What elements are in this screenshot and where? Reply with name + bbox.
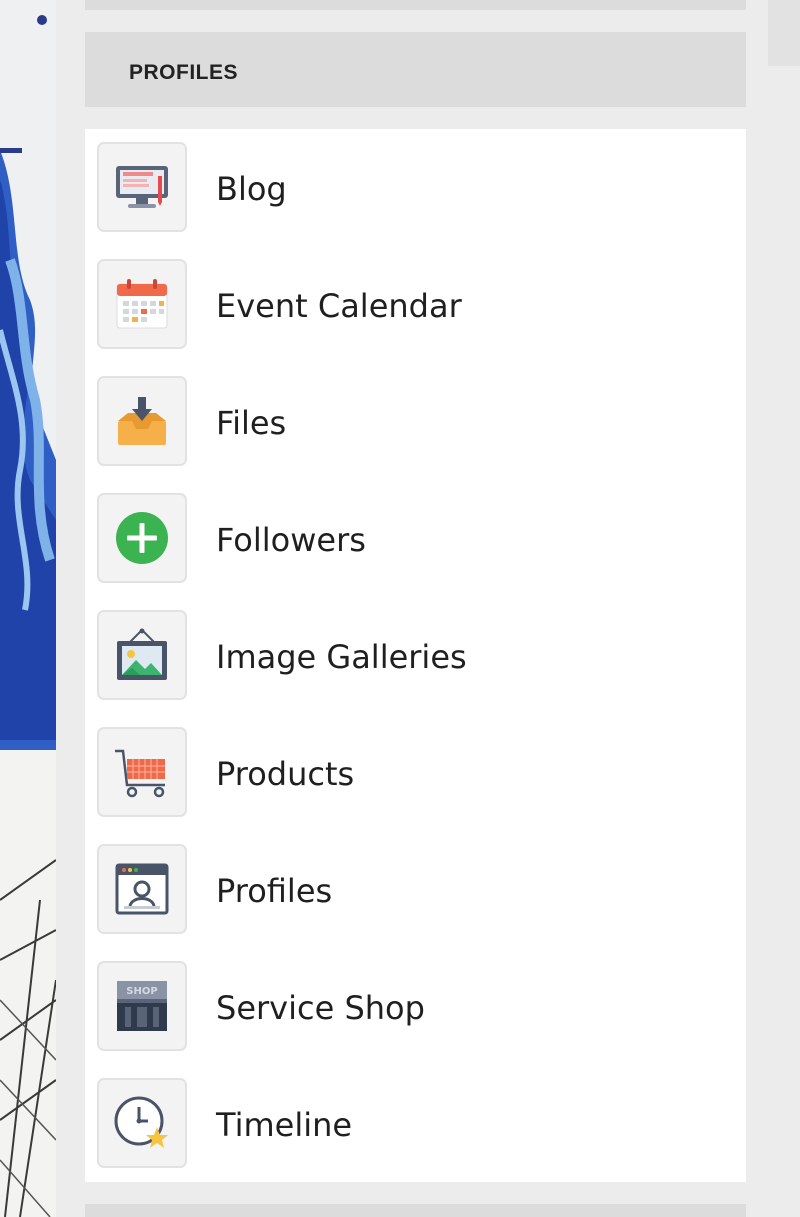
menu-item-label: Products — [216, 755, 355, 793]
menu-item-followers[interactable]: Followers — [97, 493, 737, 587]
menu-item-timeline[interactable]: Timeline — [97, 1078, 737, 1172]
calendar-icon — [97, 259, 187, 349]
profile-window-icon — [97, 844, 187, 934]
menu-item-event-calendar[interactable]: Event Calendar — [97, 259, 737, 353]
menu-item-label: Timeline — [216, 1106, 353, 1144]
menu-item-label: Blog — [216, 170, 287, 208]
menu-item-label: Followers — [216, 521, 366, 559]
menu-item-files[interactable]: Files — [97, 376, 737, 470]
profiles-panel-header: PROFILES — [85, 32, 746, 107]
blog-monitor-icon — [97, 142, 187, 232]
menu-item-image-galleries[interactable]: Image Galleries — [97, 610, 737, 704]
menu-item-blog[interactable]: Blog — [97, 142, 737, 236]
next-panel-edge — [85, 1204, 746, 1217]
menu-item-products[interactable]: Products — [97, 727, 737, 821]
profiles-menu-list: Blog Event Calendar Files Followers Imag… — [85, 129, 746, 1182]
menu-item-label: Event Calendar — [216, 287, 462, 325]
menu-item-service-shop[interactable]: SHOP Service Shop — [97, 961, 737, 1055]
clock-star-icon — [97, 1078, 187, 1168]
right-column-edge — [768, 0, 800, 66]
menu-item-profiles[interactable]: Profiles — [97, 844, 737, 938]
svg-text:SHOP: SHOP — [126, 986, 157, 997]
picture-frame-icon — [97, 610, 187, 700]
shop-storefront-icon: SHOP — [97, 961, 187, 1051]
menu-item-label: Service Shop — [216, 989, 425, 1027]
menu-item-label: Files — [216, 404, 287, 442]
shopping-cart-icon — [97, 727, 187, 817]
previous-panel-edge — [85, 0, 746, 10]
menu-item-label: Image Galleries — [216, 638, 467, 676]
background-artwork — [0, 0, 56, 1217]
file-download-tray-icon — [97, 376, 187, 466]
plus-circle-icon — [97, 493, 187, 583]
menu-item-label: Profiles — [216, 872, 333, 910]
panel-title: PROFILES — [129, 61, 239, 84]
